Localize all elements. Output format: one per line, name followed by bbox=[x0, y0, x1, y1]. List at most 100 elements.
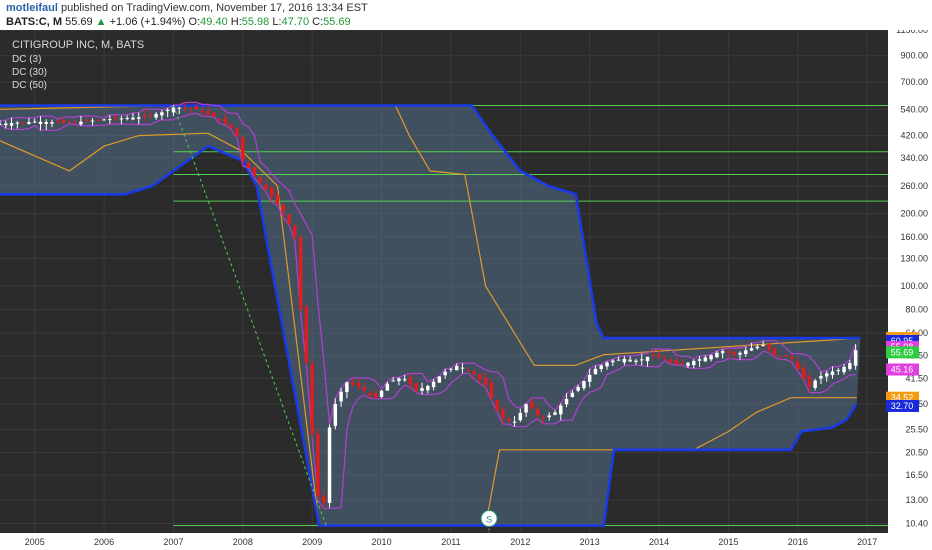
legend-dc30[interactable]: DC (30) bbox=[12, 67, 47, 78]
publish-text: published on TradingView.com, November 1… bbox=[61, 2, 368, 14]
x-tick-label: 2012 bbox=[510, 537, 530, 547]
candle-body bbox=[611, 360, 615, 363]
candle-body bbox=[21, 121, 25, 123]
y-tick-label: 700.00 bbox=[900, 77, 928, 87]
candle-body bbox=[824, 373, 829, 377]
candle-body bbox=[50, 122, 54, 124]
candle-body bbox=[599, 365, 603, 369]
candle-body bbox=[304, 306, 309, 363]
candle-body bbox=[801, 367, 806, 379]
x-tick-label: 2006 bbox=[94, 537, 114, 547]
candle-body bbox=[322, 496, 326, 503]
y-tick-label: 10.40 bbox=[905, 519, 928, 529]
candle-body bbox=[56, 121, 60, 123]
candle-body bbox=[553, 412, 557, 415]
candle-body bbox=[645, 356, 650, 362]
candle-body bbox=[264, 184, 268, 189]
candle-body bbox=[189, 108, 193, 110]
candle-body bbox=[379, 390, 384, 397]
symbol-label: BATS:C, M bbox=[6, 16, 63, 28]
candle-body bbox=[327, 427, 332, 504]
x-tick-label: 2014 bbox=[649, 537, 669, 547]
candle-body bbox=[639, 359, 644, 361]
candle-body bbox=[663, 358, 667, 361]
candle-body bbox=[67, 122, 72, 124]
candle-body bbox=[385, 383, 390, 391]
candle-body bbox=[79, 121, 83, 125]
candle-body bbox=[466, 370, 471, 372]
low-label: L: bbox=[272, 16, 282, 28]
candle-body bbox=[819, 376, 823, 379]
candle-body bbox=[674, 360, 679, 365]
candle-body bbox=[90, 120, 95, 122]
candle-body bbox=[252, 167, 257, 176]
candle-body bbox=[38, 121, 43, 125]
y-tick-label: 13.00 bbox=[905, 495, 928, 505]
candle-body bbox=[692, 360, 696, 366]
candle-body bbox=[437, 376, 442, 383]
y-tick-label: 340.00 bbox=[900, 153, 928, 163]
symbol-line: BATS:C, M 55.69 ▲ +1.06 (+1.94%) O:49.40… bbox=[6, 16, 351, 28]
candle-body bbox=[0, 123, 2, 125]
candle-body bbox=[137, 117, 141, 119]
candle-body bbox=[113, 116, 118, 119]
candle-body bbox=[709, 355, 713, 360]
candle-body bbox=[362, 387, 366, 391]
publish-line: motleifaul published on TradingView.com,… bbox=[6, 2, 368, 14]
up-arrow-icon: ▲ bbox=[95, 16, 107, 28]
candle-body bbox=[96, 119, 101, 121]
candle-body bbox=[530, 401, 534, 409]
candle-body bbox=[547, 415, 551, 418]
x-tick-label: 2013 bbox=[580, 537, 600, 547]
candle-body bbox=[772, 348, 777, 355]
price-badge-label: 45.16 bbox=[891, 365, 914, 375]
y-tick-label: 900.00 bbox=[900, 51, 928, 61]
legend-dc3[interactable]: DC (3) bbox=[12, 54, 41, 65]
candle-body bbox=[778, 355, 783, 357]
y-tick-label: 16.50 bbox=[905, 470, 928, 480]
header: motleifaul published on TradingView.com,… bbox=[0, 0, 932, 30]
x-tick-label: 2015 bbox=[718, 537, 738, 547]
candle-body bbox=[784, 355, 788, 357]
candle-body bbox=[848, 363, 852, 370]
candle-body bbox=[807, 376, 812, 387]
close-label: C: bbox=[312, 16, 324, 28]
candle-body bbox=[449, 368, 453, 370]
candle-body bbox=[194, 106, 199, 110]
candle-body bbox=[275, 194, 280, 204]
high-label: H: bbox=[230, 16, 242, 28]
candle-body bbox=[761, 345, 765, 347]
candle-body bbox=[518, 412, 523, 421]
candle-body bbox=[9, 123, 14, 126]
y-tick-label: 80.00 bbox=[905, 305, 928, 315]
candle-body bbox=[246, 162, 251, 169]
split-marker-label: S bbox=[486, 515, 492, 525]
x-tick-label: 2008 bbox=[233, 537, 253, 547]
candle-body bbox=[142, 114, 147, 117]
candle-body bbox=[310, 364, 314, 434]
y-tick-label: 100.00 bbox=[900, 281, 928, 291]
candle-body bbox=[541, 417, 546, 419]
close-value: 55.69 bbox=[323, 16, 351, 28]
candle-body bbox=[559, 405, 563, 415]
candle-body bbox=[634, 360, 638, 362]
candle-body bbox=[686, 362, 690, 366]
candle-body bbox=[790, 356, 794, 359]
candle-body bbox=[657, 354, 661, 358]
candle-body bbox=[345, 382, 349, 393]
open-label: O: bbox=[188, 16, 201, 28]
author-link[interactable]: motleifaul bbox=[6, 2, 58, 14]
candle-body bbox=[212, 112, 216, 117]
candle-body bbox=[813, 380, 817, 388]
y-tick-label: 25.50 bbox=[905, 424, 928, 434]
candle-body bbox=[616, 359, 621, 361]
candle-body bbox=[605, 362, 609, 367]
candle-body bbox=[501, 409, 505, 418]
candle-body bbox=[593, 368, 598, 375]
x-tick-label: 2009 bbox=[302, 537, 322, 547]
price-badge-label: 55.69 bbox=[891, 347, 914, 357]
price-chart[interactable]: S 1150.00 900.00 700.00 540.00 420.00 340.00 2… bbox=[0, 30, 932, 550]
legend-dc50[interactable]: DC (50) bbox=[12, 80, 47, 91]
candle-body bbox=[84, 119, 89, 122]
candle-body bbox=[131, 117, 135, 120]
